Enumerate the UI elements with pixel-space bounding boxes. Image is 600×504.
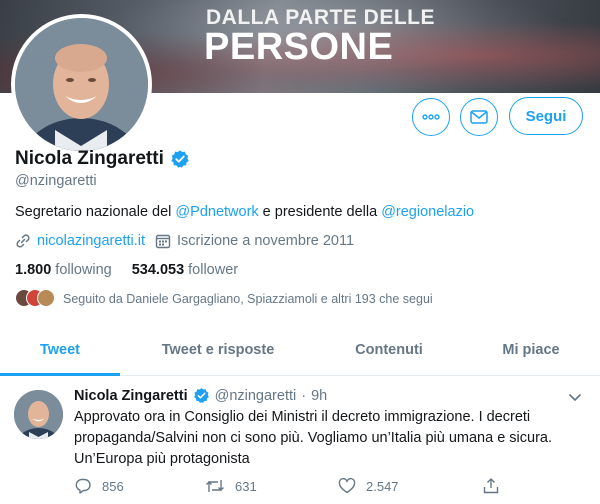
tweet-actions: 856 631 2.547	[74, 477, 514, 497]
share-icon	[483, 478, 499, 494]
tab-tweet[interactable]: Tweet	[0, 323, 120, 376]
followers-link[interactable]: 534.053 follower	[132, 262, 238, 278]
chevron-down-icon[interactable]	[567, 389, 583, 405]
mail-icon	[470, 110, 488, 124]
calendar-icon	[155, 234, 171, 249]
bio-mention-pdnetwork[interactable]: @Pdnetwork	[175, 204, 258, 220]
profile-stats: 1.800 following 534.053 follower	[15, 262, 258, 278]
tab-mi-piace[interactable]: Mi piace	[462, 323, 600, 376]
bio-text: e presidente della	[258, 204, 382, 220]
followers-count: 534.053	[131, 262, 185, 278]
avatar	[37, 289, 55, 307]
more-button[interactable]	[412, 98, 450, 136]
tweet-text-line: Un’Europa più protagonista	[74, 451, 250, 467]
tweet-text-line: Approvato ora in Consiglio dei Ministri …	[74, 409, 531, 425]
tweet-timestamp[interactable]: 9h	[311, 388, 327, 404]
tweet-author-name[interactable]: Nicola Zingaretti	[74, 388, 188, 404]
profile-tabs: Tweet Tweet e risposte Contenuti Mi piac…	[0, 323, 600, 376]
followers-you-know-avatars	[15, 289, 55, 309]
avatar-photo	[15, 18, 148, 151]
followed-by-text: Seguito da Daniele Gargagliano, Spiazzia…	[63, 292, 433, 306]
more-icon	[422, 114, 440, 120]
joined-date: Iscrizione a novembre 2011	[177, 233, 355, 249]
retweet-icon	[206, 480, 224, 492]
profile-handle: @nzingaretti	[15, 173, 97, 189]
tweet-separator: ·	[301, 387, 307, 404]
reply-icon	[75, 478, 91, 494]
following-count: 1.800	[15, 262, 52, 278]
follow-button[interactable]: Segui	[509, 97, 583, 135]
bio-text: Segretario nazionale del	[15, 204, 176, 220]
followers-label: follower	[188, 262, 239, 278]
following-label: following	[55, 262, 112, 278]
profile-name-row: Nicola Zingaretti	[15, 148, 190, 170]
tweet-avatar[interactable]	[14, 390, 63, 439]
reply-button[interactable]: 856	[74, 477, 124, 495]
like-button[interactable]: 2.547	[338, 477, 399, 495]
retweet-count: 631	[235, 478, 257, 494]
reply-count: 856	[102, 478, 124, 494]
tweet[interactable]: Nicola Zingaretti @nzingaretti · 9h Appr…	[0, 377, 600, 504]
tab-contenuti[interactable]: Contenuti	[316, 323, 462, 376]
like-count: 2.547	[366, 478, 399, 494]
website-link[interactable]: nicolazingaretti.it	[37, 233, 145, 249]
link-icon	[16, 234, 30, 248]
tweet-text-line: propaganda/Salvini non ci sono più. Vogl…	[74, 430, 553, 446]
bio-mention-regionelazio[interactable]: @regionelazio	[381, 204, 474, 220]
verified-icon	[171, 150, 189, 168]
followed-by[interactable]: Seguito da Daniele Gargagliano, Spiazzia…	[15, 289, 433, 309]
following-link[interactable]: 1.800 following	[15, 262, 112, 278]
share-button[interactable]	[482, 477, 510, 495]
like-icon	[338, 477, 356, 494]
verified-icon	[193, 388, 209, 403]
profile-name: Nicola Zingaretti	[15, 148, 164, 169]
profile-meta: nicolazingaretti.it Iscrizione a novembr…	[15, 233, 354, 249]
tweet-header: Nicola Zingaretti @nzingaretti · 9h	[74, 387, 327, 404]
retweet-button[interactable]: 631	[205, 477, 257, 495]
active-tab-indicator	[0, 373, 120, 376]
tweet-text: Approvato ora in Consiglio dei Ministri …	[74, 407, 594, 470]
message-button[interactable]	[460, 98, 498, 136]
profile-avatar[interactable]	[11, 14, 152, 155]
profile-bio: Segretario nazionale del @Pdnetwork e pr…	[15, 204, 474, 220]
tab-tweet-e-risposte[interactable]: Tweet e risposte	[120, 323, 316, 376]
tweet-author-handle[interactable]: @nzingaretti	[215, 388, 297, 404]
banner-text-line2: PERSONE	[204, 26, 394, 68]
